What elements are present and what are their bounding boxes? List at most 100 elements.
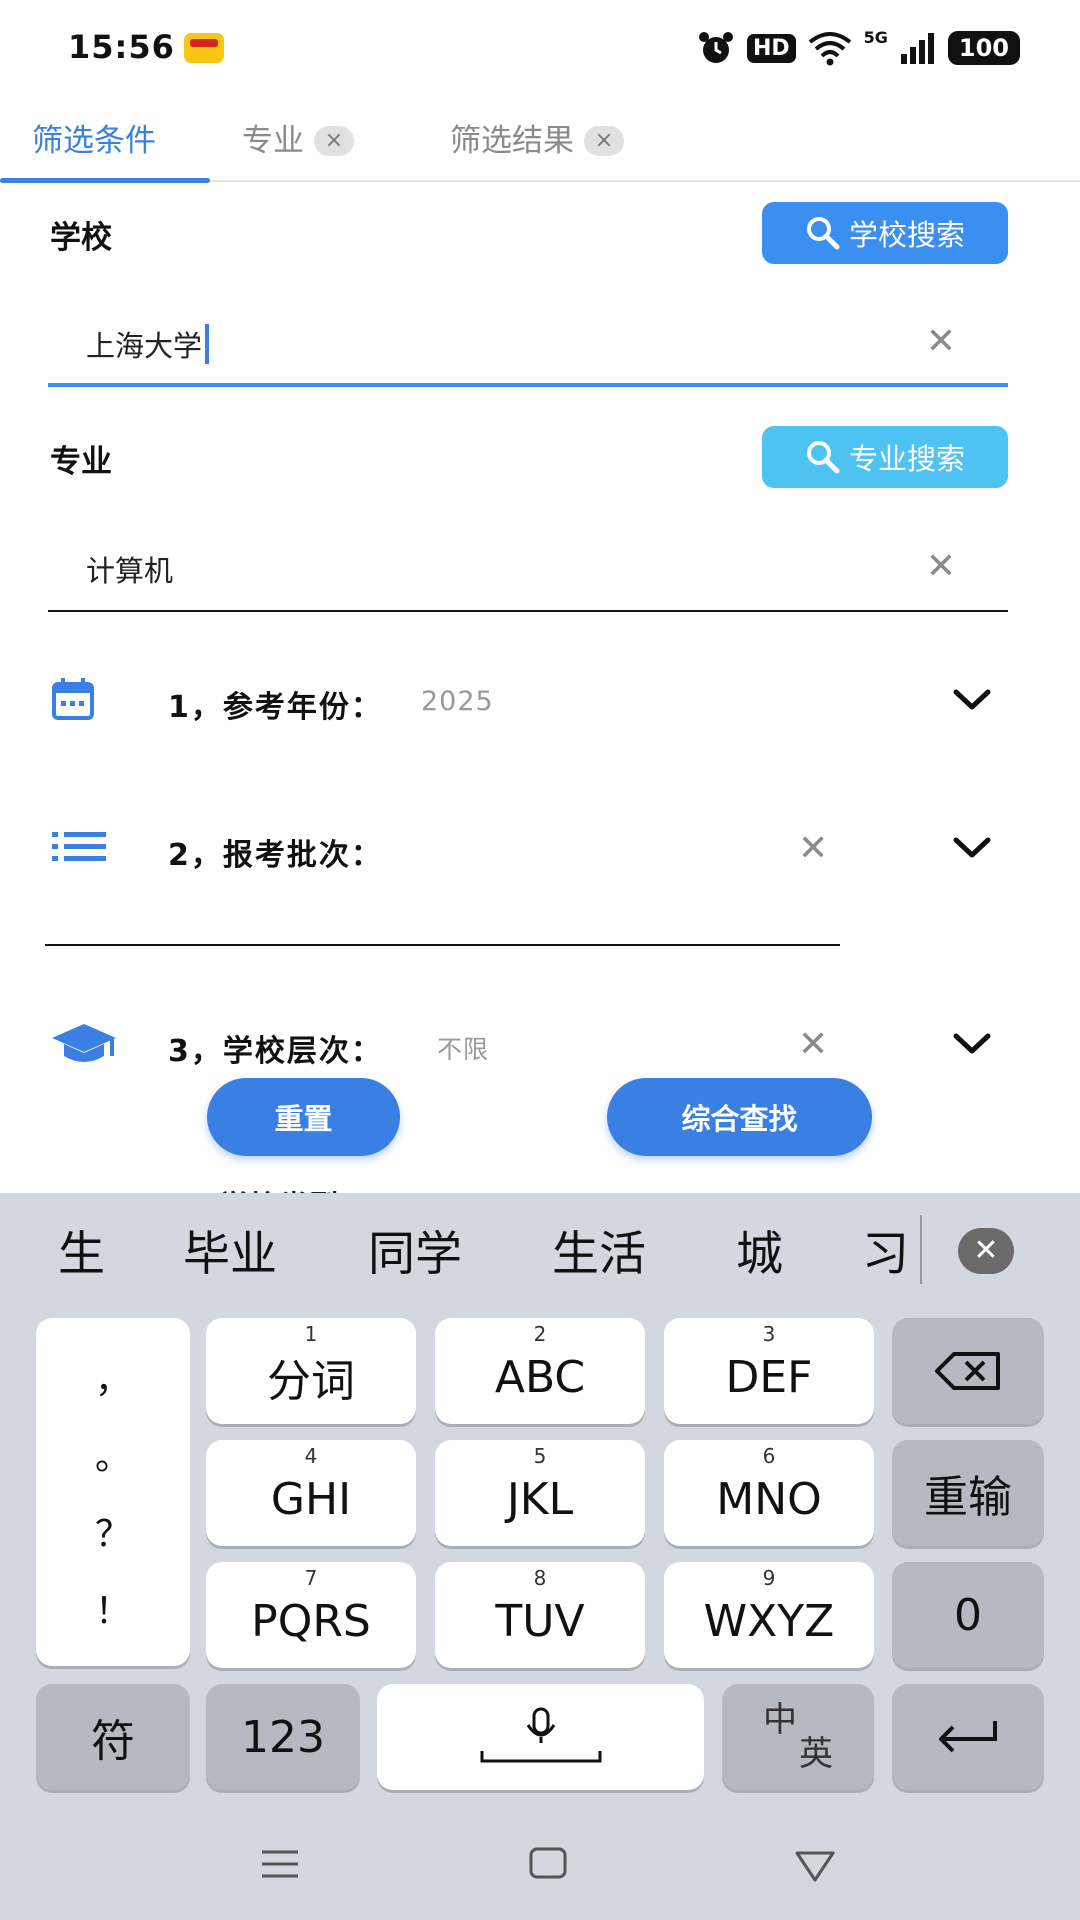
home-nav-icon[interactable] <box>528 1846 568 1880</box>
lang-chinese-label: 中 <box>763 1700 797 1740</box>
chevron-down-icon[interactable] <box>952 688 992 714</box>
key-label: TUV <box>495 1595 585 1647</box>
key-number: 4 <box>304 1444 318 1468</box>
key-number: 5 <box>533 1444 547 1468</box>
key-label: WXYZ <box>703 1595 835 1647</box>
reinput-key[interactable]: 重输 <box>892 1440 1044 1546</box>
school-search-button[interactable]: 学校搜索 <box>762 202 1008 264</box>
tab-label: 专业 <box>242 123 304 159</box>
punct-comma[interactable]: ， <box>95 1351 131 1403</box>
school-input[interactable]: 上海大学 ✕ <box>48 297 1008 387</box>
tab-bar: 筛选条件 专业 × 筛选结果 × <box>0 100 1080 183</box>
tab-label: 筛选结果 <box>450 123 574 159</box>
major-input[interactable]: 计算机 ✕ <box>48 522 1008 612</box>
key-2[interactable]: 2 ABC <box>435 1318 645 1424</box>
tab-filter-conditions[interactable]: 筛选条件 <box>32 118 156 164</box>
punctuation-key[interactable]: ， 。 ？ ！ <box>36 1318 190 1666</box>
candidate-item[interactable]: 生活 <box>552 1215 646 1284</box>
candidate-item[interactable]: 城 <box>736 1215 783 1284</box>
school-section-label: 学校 <box>50 220 112 256</box>
close-candidates-icon[interactable]: ✕ <box>958 1228 1014 1274</box>
candidate-item[interactable]: 毕业 <box>183 1215 277 1284</box>
key-4[interactable]: 4 GHI <box>206 1440 416 1546</box>
key-number: 9 <box>762 1566 776 1590</box>
candidate-item[interactable]: 习 <box>862 1215 922 1284</box>
candidate-item[interactable]: 生 <box>58 1215 105 1284</box>
key-8[interactable]: 8 TUV <box>435 1562 645 1668</box>
batch-underline <box>45 944 840 946</box>
symbols-key[interactable]: 符 <box>36 1684 190 1790</box>
battery-icon: 100 <box>947 31 1020 65</box>
numbers-key[interactable]: 123 <box>206 1684 360 1790</box>
tab-filter-results[interactable]: 筛选结果 × <box>450 118 624 164</box>
major-section-label: 专业 <box>50 444 112 480</box>
key-label: GHI <box>270 1473 352 1525</box>
filter-batch-label: 2，报考批次： <box>168 838 383 873</box>
punct-question[interactable]: ？ <box>95 1505 131 1557</box>
search-icon <box>806 441 840 474</box>
combined-search-button[interactable]: 综合查找 <box>607 1078 872 1156</box>
key-label: PQRS <box>251 1595 371 1647</box>
filter-year-row[interactable]: 1，参考年份： 2025 <box>0 668 1080 738</box>
key-3[interactable]: 3 DEF <box>664 1318 874 1424</box>
close-icon[interactable]: × <box>584 126 624 156</box>
reset-button[interactable]: 重置 <box>207 1078 400 1156</box>
key-label: ABC <box>494 1351 586 1403</box>
wifi-icon <box>808 32 851 66</box>
key-number: 2 <box>533 1322 547 1346</box>
list-icon <box>52 832 106 861</box>
key-9[interactable]: 9 WXYZ <box>664 1562 874 1668</box>
clear-school-icon[interactable]: ✕ <box>926 321 956 362</box>
key-number: 8 <box>533 1566 547 1590</box>
tab-major[interactable]: 专业 × <box>242 118 354 164</box>
lang-english-label: 英 <box>799 1734 833 1774</box>
text-cursor <box>205 324 210 364</box>
key-label: DEF <box>725 1351 813 1403</box>
school-input-value-wrap: 上海大学 <box>86 323 210 365</box>
filter-level-row[interactable]: 3，学校层次： 不限 ✕ <box>0 1012 1080 1082</box>
close-icon[interactable]: × <box>314 126 354 156</box>
app-notification-icon <box>184 33 224 63</box>
major-input-value: 计算机 <box>86 554 174 588</box>
key-7[interactable]: 7 PQRS <box>206 1562 416 1668</box>
language-switch-key[interactable]: 中 英 <box>722 1684 874 1790</box>
key-number: 6 <box>762 1444 776 1468</box>
key-5[interactable]: 5 JKL <box>435 1440 645 1546</box>
clear-level-icon[interactable]: ✕ <box>798 1024 828 1065</box>
key-1[interactable]: 1 分词 <box>206 1318 416 1424</box>
space-key[interactable] <box>377 1684 704 1790</box>
school-input-value: 上海大学 <box>86 329 203 363</box>
status-bar: 15:56 HD 5G 100 <box>0 0 1080 100</box>
major-search-button[interactable]: 专业搜索 <box>762 426 1008 488</box>
enter-key[interactable] <box>892 1684 1044 1790</box>
alarm-icon <box>698 32 733 63</box>
key-label: JKL <box>506 1473 574 1525</box>
punct-exclaim[interactable]: ！ <box>95 1582 131 1634</box>
school-search-label: 学校搜索 <box>848 218 965 252</box>
key-label: 分词 <box>267 1356 355 1407</box>
filter-year-value: 2025 <box>421 686 494 717</box>
filter-batch-row[interactable]: 2，报考批次： ✕ <box>0 816 1080 886</box>
microphone-icon <box>480 1707 601 1763</box>
tab-label: 筛选条件 <box>32 123 156 159</box>
back-nav-icon[interactable] <box>794 1849 836 1883</box>
chevron-down-icon[interactable] <box>952 836 992 862</box>
filter-level-label: 3，学校层次： <box>168 1034 383 1069</box>
key-6[interactable]: 6 MNO <box>664 1440 874 1546</box>
search-icon <box>806 217 840 250</box>
filter-level-value: 不限 <box>437 1035 490 1064</box>
enter-icon <box>939 1721 997 1753</box>
chevron-down-icon[interactable] <box>952 1032 992 1058</box>
clear-batch-icon[interactable]: ✕ <box>798 828 828 869</box>
key-0[interactable]: 0 <box>892 1562 1044 1668</box>
backspace-key[interactable] <box>892 1318 1044 1424</box>
candidate-item[interactable]: 同学 <box>368 1215 462 1284</box>
network-type-label: 5G <box>863 28 888 47</box>
status-icons: HD 5G 100 <box>697 28 1020 68</box>
candidate-bar: 生 毕业 同学 生活 城 习 ✕ <box>0 1193 1080 1303</box>
menu-nav-icon[interactable] <box>260 1848 300 1880</box>
major-search-label: 专业搜索 <box>848 442 965 476</box>
key-number: 7 <box>304 1566 318 1590</box>
clear-major-icon[interactable]: ✕ <box>926 546 956 587</box>
punct-period[interactable]: 。 <box>95 1428 131 1480</box>
